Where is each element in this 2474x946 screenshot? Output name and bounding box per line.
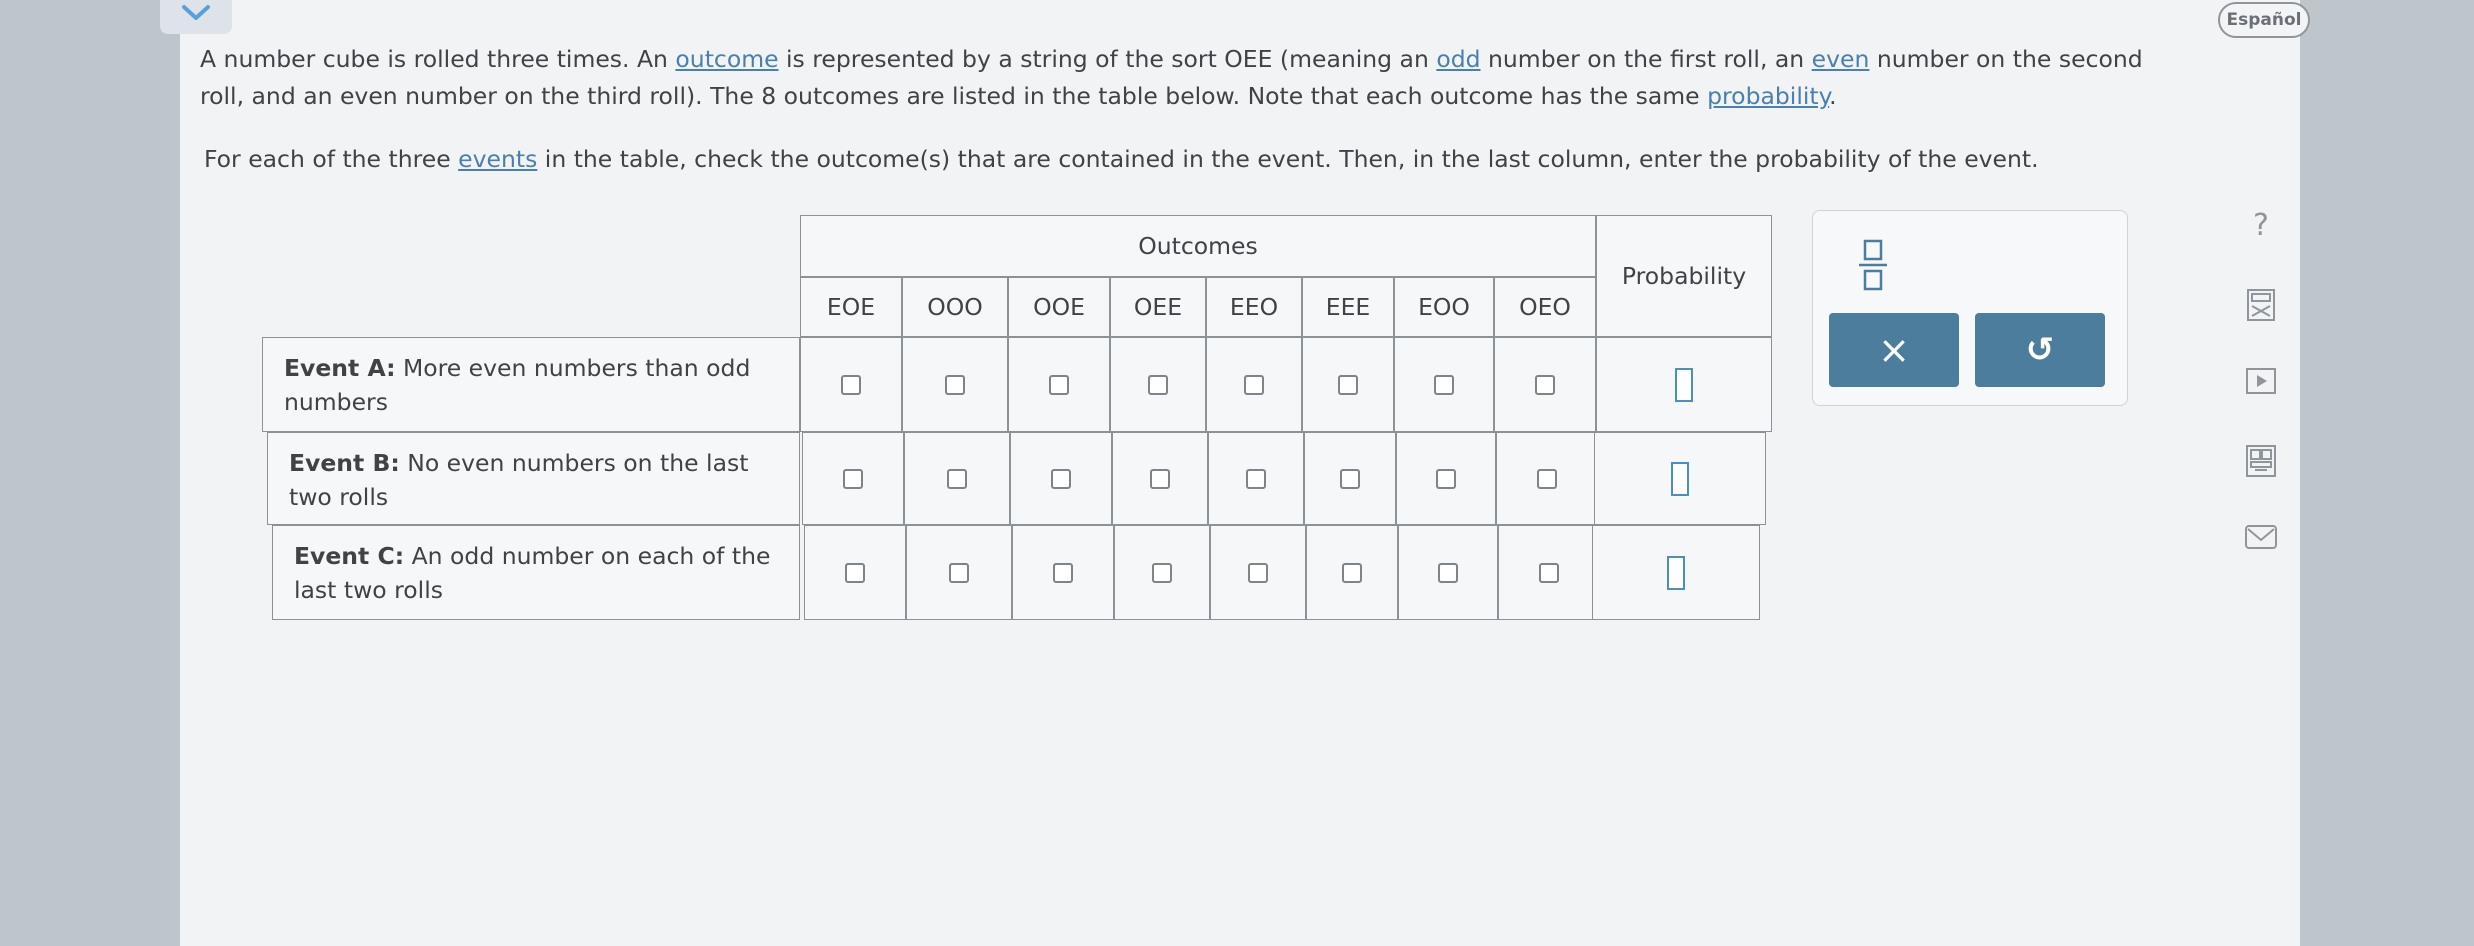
close-icon: × [1878, 328, 1910, 372]
outcomes-header: Outcomes [1138, 232, 1258, 260]
outcome-checkbox[interactable] [949, 562, 969, 583]
outcome-header-ooe: OOE [1033, 293, 1085, 321]
help-icon: ? [2253, 208, 2269, 242]
outcome-header-oeo: OEO [1519, 293, 1571, 321]
outcome-header-oee: OEE [1133, 293, 1183, 321]
svg-text:?: ? [2253, 208, 2269, 242]
event-name: Event C: [294, 542, 405, 570]
event-description: An odd number on each of the [404, 542, 771, 570]
probability-header: Probability [1621, 262, 1747, 290]
fraction-icon [1859, 239, 1887, 291]
problem-statement: A number cube is rolled three times. An … [200, 41, 2180, 115]
outcome-checkbox[interactable] [1438, 562, 1458, 583]
event-label: Event C: An odd number on each of the las… [294, 539, 792, 607]
undo-button[interactable]: ↺ [1975, 313, 2105, 387]
odd-link[interactable]: odd [1436, 45, 1480, 73]
chevron-down-icon [182, 5, 210, 20]
outcome-header-eee: EEE [1325, 293, 1371, 321]
instruction-text: in the table, check the outcome(s) that … [537, 145, 2039, 173]
outcome-checkbox[interactable] [1342, 562, 1362, 583]
textbook-icon [2246, 445, 2276, 477]
outcome-checkbox[interactable] [1244, 374, 1264, 395]
outcome-checkbox[interactable] [1537, 468, 1557, 489]
outcome-header-ooo: OOO [927, 293, 983, 321]
outcome-checkbox[interactable] [1535, 374, 1555, 395]
event-label: Event B: No even numbers on the last two … [289, 446, 792, 514]
event-description: No even numbers on the last [399, 449, 749, 477]
even-link[interactable]: even [1812, 45, 1870, 73]
textbook-button[interactable] [2244, 444, 2278, 478]
event-label: Event A: More even numbers than odd numbe… [284, 351, 792, 419]
event-description: numbers [284, 388, 388, 416]
instructions: For each of the three events in the tabl… [204, 141, 2184, 178]
outcome-checkbox[interactable] [845, 562, 865, 583]
outcome-checkbox[interactable] [1049, 374, 1069, 395]
answer-tools-panel: × ↺ [1812, 210, 2128, 406]
outcome-link[interactable]: outcome [675, 45, 778, 73]
language-toggle-button[interactable]: Español [2218, 2, 2310, 38]
clear-button[interactable]: × [1829, 313, 1959, 387]
event-name: Event B: [289, 449, 400, 477]
probability-link[interactable]: probability [1707, 82, 1829, 110]
message-button[interactable] [2244, 520, 2278, 554]
statement-text: number on the first roll, an [1480, 45, 1812, 73]
outcome-checkbox[interactable] [1338, 374, 1358, 395]
outcome-checkbox[interactable] [1053, 562, 1073, 583]
outcome-header-eeo: EEO [1229, 293, 1279, 321]
video-button[interactable] [2244, 364, 2278, 398]
statement-text: A number cube is rolled three times. An [200, 45, 676, 73]
instruction-text: For each of the three [204, 145, 459, 173]
event-description: More even numbers than odd [395, 354, 751, 382]
outcome-checkbox[interactable] [1436, 468, 1456, 489]
outcome-checkbox[interactable] [841, 374, 861, 395]
events-link[interactable]: events [458, 145, 537, 173]
outcome-checkbox[interactable] [947, 468, 967, 489]
collapse-chevron-button[interactable] [160, 0, 232, 34]
outcome-checkbox[interactable] [1539, 562, 1559, 583]
outcome-checkbox[interactable] [1340, 468, 1360, 489]
outcome-checkbox[interactable] [843, 468, 863, 489]
statement-text: is represented by a string of the sort O… [778, 45, 1437, 73]
event-description: two rolls [289, 483, 389, 511]
outcome-header-eoe: EOE [826, 293, 876, 321]
outcome-checkbox[interactable] [1148, 374, 1168, 395]
outcome-header-eoo: EOO [1418, 293, 1470, 321]
play-video-icon [2246, 368, 2276, 394]
calculator-icon [2247, 289, 2275, 321]
undo-icon: ↺ [2025, 330, 2055, 370]
fraction-button[interactable] [1853, 233, 1893, 295]
probability-input[interactable] [1667, 555, 1685, 590]
outcome-checkbox[interactable] [1150, 468, 1170, 489]
outcome-checkbox[interactable] [1434, 374, 1454, 395]
statement-text: . [1829, 82, 1837, 110]
event-name: Event A: [284, 354, 396, 382]
outcome-checkbox[interactable] [1152, 562, 1172, 583]
outcome-checkbox[interactable] [945, 374, 965, 395]
calculator-button[interactable] [2244, 288, 2278, 322]
outcome-checkbox[interactable] [1246, 468, 1266, 489]
outcome-checkbox[interactable] [1248, 562, 1268, 583]
event-description: last two rolls [294, 576, 443, 604]
probability-input[interactable] [1675, 367, 1693, 402]
outcome-checkbox[interactable] [1051, 468, 1071, 489]
probability-input[interactable] [1671, 461, 1689, 496]
help-button[interactable]: ? [2244, 208, 2278, 242]
mail-icon [2245, 525, 2277, 549]
